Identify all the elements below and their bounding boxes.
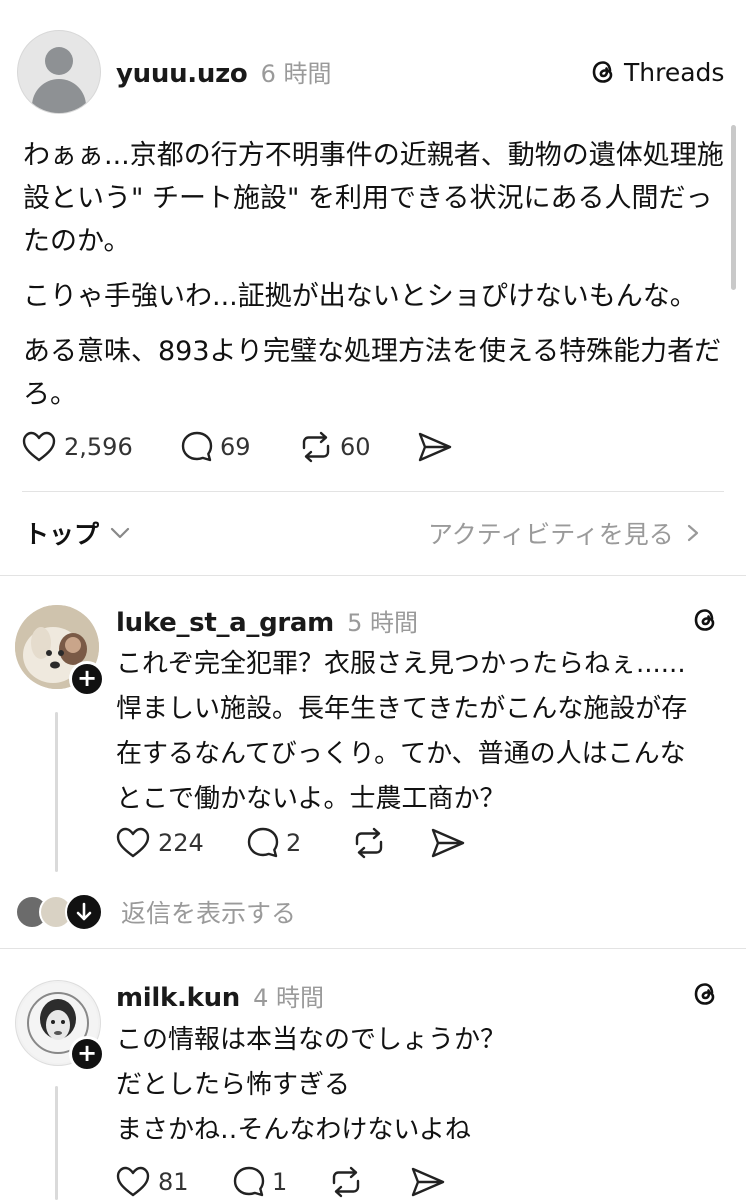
post-line: たのか。 [23,226,131,257]
repost-button[interactable]: 60 [298,428,371,466]
post-line: わぁぁ...京都の行方不明事件の近親者、動物の遺体処理施 [23,140,724,171]
divider [22,491,724,492]
follow-plus-button[interactable]: + [69,661,105,697]
comment-button[interactable]: 69 [180,428,251,466]
post-line: ある意味、893より完璧な処理方法を使える特殊能力者だ [23,336,722,367]
reply-line: これぞ完全犯罪？衣服さえ見つかったらねぇ...... [116,649,686,679]
threads-brand[interactable]: Threads [588,55,724,89]
like-button[interactable]: 2,596 [22,428,133,466]
reply-avatars-stack[interactable] [15,893,105,931]
repost-button[interactable] [328,1165,364,1203]
expand-down-icon [65,893,103,931]
repost-icon [332,1166,360,1198]
like-button[interactable]: 81 [116,1164,189,1200]
threads-icon[interactable] [690,978,720,1014]
show-replies-link[interactable]: 返信を表示する [121,894,296,930]
post-time: 6 時間 [260,60,332,88]
like-count: 224 [158,829,204,857]
reply-line: だとしたら怖すぎる [116,1070,351,1100]
post-actions: 2,596 69 60 [22,428,462,466]
threads-logo-icon [592,61,613,83]
repost-count: 60 [340,433,371,461]
like-button[interactable]: 224 [116,824,204,862]
send-icon [431,828,465,858]
threads-icon[interactable] [690,604,720,640]
reply-line: この情報は本当なのでしょうか？ [116,1025,507,1055]
like-count: 2,596 [64,433,133,461]
post-line: こりゃ手強いわ...証拠が出ないとショぴけないもんな。 [23,281,697,312]
comment-icon [247,827,279,858]
thread-line [55,1086,58,1200]
heart-icon [22,431,56,462]
comment-button[interactable]: 1 [232,1164,287,1200]
sort-dropdown[interactable]: トップ [24,514,131,552]
reply-body: これぞ完全犯罪？衣服さえ見つかったらねぇ...... 悍ましい施設。長年生きてき… [116,642,736,822]
divider [0,575,746,576]
share-button[interactable] [430,826,466,864]
avatar-body [32,79,86,113]
comment-button[interactable]: 2 [246,824,301,862]
scrollbar[interactable] [731,125,736,290]
threads-logo-icon [694,983,715,1005]
reply-time: 4 時間 [253,984,324,1012]
repost-button[interactable] [351,826,387,864]
reply-username[interactable]: milk.kun [116,983,240,1013]
reply-line: 悍ましい施設。長年生きてきたがこんな施設が存 [116,694,688,724]
reply-line: 在するなんてびっくり。てか、普通の人はこんな [116,739,686,769]
reply-line: まさかね‥そんなわけないよね [116,1115,471,1145]
reply-actions: 81 1 [116,1164,476,1200]
avatar[interactable] [17,30,101,114]
thread-line [55,712,58,872]
comment-count: 1 [272,1168,288,1196]
share-button[interactable] [410,1165,446,1203]
reply-actions: 224 2 [116,824,476,862]
chevron-right-icon [687,524,698,542]
send-icon [418,432,452,462]
divider [0,948,746,949]
follow-plus-button[interactable]: + [69,1036,105,1072]
comment-icon [181,431,213,462]
sort-label: トップ [24,520,100,549]
chevron-down-icon [110,527,130,539]
view-activity-link[interactable]: アクティビティを見る [428,514,702,552]
comment-icon [233,1166,265,1197]
reply-body: この情報は本当なのでしょうか？ だとしたら怖すぎる まさかね‥そんなわけないよね [116,1018,736,1153]
reply-time: 5 時間 [347,609,418,637]
repost-icon [302,431,330,463]
heart-icon [116,827,150,858]
view-activity-label: アクティビティを見る [428,520,674,549]
post-body: わぁぁ...京都の行方不明事件の近親者、動物の遺体処理施 設という" チート施設… [23,134,724,416]
post-username[interactable]: yuuu.uzo [116,59,248,89]
like-count: 81 [158,1168,189,1196]
comment-count: 69 [220,433,251,461]
post-line: 設という" チート施設" を利用できる状況にある人間だっ [23,183,713,214]
post-line: ろ。 [23,379,77,410]
share-button[interactable] [417,430,453,468]
repost-icon [355,827,383,859]
heart-icon [116,1166,150,1197]
threads-brand-label: Threads [624,57,725,87]
avatar-head [45,47,73,75]
reply-line: とこで働かないよ。士農工商か？ [116,784,506,814]
comment-count: 2 [286,829,302,857]
reply-username[interactable]: luke_st_a_gram [116,608,334,638]
threads-logo-icon [694,609,715,631]
send-icon [411,1167,445,1197]
